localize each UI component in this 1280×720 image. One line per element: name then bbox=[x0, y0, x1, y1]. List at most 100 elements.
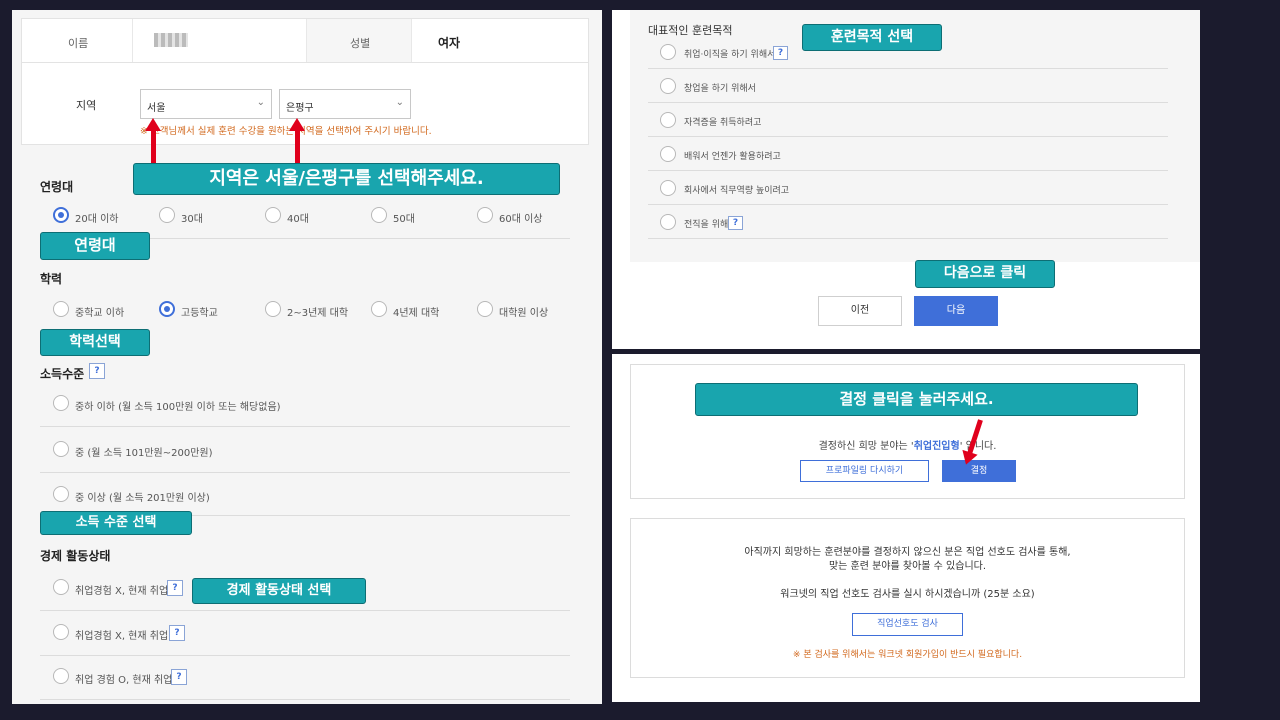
warning-text: ※ 본 검사를 위해서는 워크넷 회원가입이 반드시 필요합니다. bbox=[792, 650, 1023, 660]
purpose-radio-2[interactable] bbox=[660, 78, 676, 94]
training-purpose-panel: 대표적인 훈련목적 훈련목적 선택 취업·이직을 하기 위해서 ? 창업을 하기… bbox=[612, 10, 1200, 349]
gender-value: 여자 bbox=[438, 36, 461, 50]
econ-radio-3[interactable] bbox=[53, 668, 69, 684]
econ-option-label: 취업경험 X, 현재 취업 X bbox=[75, 586, 179, 597]
purpose-radio-3[interactable] bbox=[660, 112, 676, 128]
income-title: 소득수준 bbox=[40, 367, 85, 381]
income-tag: 소득 수준 선택 bbox=[40, 511, 192, 535]
divider bbox=[40, 655, 570, 656]
purpose-option-label: 자격증을 취득하려고 bbox=[684, 118, 762, 128]
name-label: 이름 bbox=[68, 37, 89, 50]
result-text: 결정하신 희망 분야는 '취업진입형' 입니다. bbox=[818, 441, 997, 452]
edu-radio-4[interactable] bbox=[371, 301, 387, 317]
help-icon[interactable]: ? bbox=[773, 46, 788, 60]
region-row: 지역 서울 ⌄ 은평구 ⌄ ※ 고객님께서 실제 훈련 수강을 원하는 지역을 선택… bbox=[21, 63, 589, 145]
age-option-label: 60대 이상 bbox=[499, 214, 543, 225]
edu-radio-5[interactable] bbox=[477, 301, 493, 317]
purpose-radio-5[interactable] bbox=[660, 180, 676, 196]
reprofile-button[interactable]: 프로파일링 다시하기 bbox=[800, 460, 929, 482]
info-box: 아직까지 희망하는 훈련분야를 결정하지 않으신 분은 직업 선호도 검사를 통… bbox=[630, 518, 1185, 678]
age-radio-5[interactable] bbox=[477, 207, 493, 223]
edu-radio-3[interactable] bbox=[265, 301, 281, 317]
divider bbox=[648, 136, 1168, 137]
income-option-label: 중 (월 소득 101만원~200만원) bbox=[75, 448, 213, 459]
help-icon[interactable]: ? bbox=[167, 580, 183, 596]
edu-radio-2[interactable] bbox=[159, 301, 175, 317]
result-panel: 결정하신 희망 분야는 '취업진입형' 입니다. 프로파일링 다시하기 결정 결… bbox=[612, 354, 1200, 702]
prev-button[interactable]: 이전 bbox=[818, 296, 902, 326]
age-radio-1[interactable] bbox=[53, 207, 69, 223]
income-option-label: 중 이상 (월 소득 201만원 이상) bbox=[75, 493, 210, 504]
purpose-option-label: 회사에서 직무역량 높이려고 bbox=[684, 186, 790, 196]
econ-title: 경제 활동상태 bbox=[40, 549, 111, 563]
region-instruction-tag: 지역은 서울/은평구를 선택해주세요. bbox=[133, 163, 560, 195]
purpose-option-label: 전직을 위해 bbox=[684, 220, 729, 230]
edu-option-label: 고등학교 bbox=[181, 308, 218, 319]
econ-option-label: 취업 경험 O, 현재 취업 X bbox=[75, 675, 183, 686]
next-button[interactable]: 다음 bbox=[914, 296, 998, 326]
age-option-label: 30대 bbox=[181, 214, 203, 225]
income-radio-1[interactable] bbox=[53, 395, 69, 411]
divider bbox=[648, 68, 1168, 69]
arrow-icon bbox=[289, 118, 305, 164]
purpose-radio-1[interactable] bbox=[660, 44, 676, 60]
name-value-blurred bbox=[154, 33, 188, 47]
next-tag: 다음으로 클릭 bbox=[915, 260, 1055, 288]
income-radio-3[interactable] bbox=[53, 486, 69, 502]
purpose-radio-6[interactable] bbox=[660, 214, 676, 230]
purpose-option-label: 배워서 언젠가 활용하려고 bbox=[684, 152, 781, 162]
arrow-icon bbox=[145, 118, 161, 164]
help-icon[interactable]: ? bbox=[171, 669, 187, 685]
edu-radio-1[interactable] bbox=[53, 301, 69, 317]
help-icon[interactable]: ? bbox=[169, 625, 185, 641]
income-radio-2[interactable] bbox=[53, 441, 69, 457]
purpose-radio-4[interactable] bbox=[660, 146, 676, 162]
divider bbox=[648, 170, 1168, 171]
purpose-tag: 훈련목적 선택 bbox=[802, 24, 942, 51]
chevron-down-icon: ⌄ bbox=[395, 97, 404, 108]
income-option-label: 중하 이하 (월 소득 100만원 이하 또는 해당없음) bbox=[75, 402, 281, 413]
edu-option-label: 중학교 이하 bbox=[75, 308, 125, 319]
decide-tag: 결정 클릭을 눌러주세요. bbox=[695, 383, 1138, 416]
econ-radio-2[interactable] bbox=[53, 624, 69, 640]
edu-title: 학력 bbox=[40, 272, 63, 286]
purpose-option-label: 창업을 하기 위해서 bbox=[684, 84, 756, 94]
region-note: ※ 고객님께서 실제 훈련 수강을 원하는 지역을 선택하여 주시기 바랍니다. bbox=[140, 126, 432, 137]
region-select[interactable]: 서울 ⌄ bbox=[140, 89, 272, 119]
purpose-option-label: 취업·이직을 하기 위해서 bbox=[684, 50, 776, 60]
info-line-3: 워크넷의 직업 선호도 검사를 실시 하시겠습니까 (25분 소요) bbox=[780, 589, 1035, 600]
chevron-down-icon: ⌄ bbox=[256, 97, 265, 108]
age-option-label: 40대 bbox=[287, 214, 309, 225]
region-label: 지역 bbox=[76, 99, 97, 112]
result-value: 취업진입형 bbox=[913, 441, 960, 452]
district-select[interactable]: 은평구 ⌄ bbox=[279, 89, 411, 119]
age-radio-2[interactable] bbox=[159, 207, 175, 223]
divider bbox=[648, 204, 1168, 205]
age-option-label: 20대 이하 bbox=[75, 214, 119, 225]
edu-option-label: 대학원 이상 bbox=[499, 308, 549, 319]
econ-radio-1[interactable] bbox=[53, 579, 69, 595]
purpose-title: 대표적인 훈련목적 bbox=[648, 24, 733, 37]
econ-option-label: 취업경험 X, 현재 취업 O bbox=[75, 631, 180, 642]
divider bbox=[40, 610, 570, 611]
name-gender-row: 이름 성별 여자 bbox=[21, 18, 589, 63]
edu-option-label: 4년제 대학 bbox=[393, 308, 440, 319]
divider bbox=[648, 102, 1168, 103]
help-icon[interactable]: ? bbox=[728, 216, 743, 230]
age-radio-4[interactable] bbox=[371, 207, 387, 223]
divider bbox=[40, 699, 570, 700]
age-tag: 연령대 bbox=[40, 232, 150, 260]
divider bbox=[40, 472, 570, 473]
edu-option-label: 2~3년제 대학 bbox=[287, 308, 349, 319]
age-title: 연령대 bbox=[40, 180, 74, 194]
econ-tag: 경제 활동상태 선택 bbox=[192, 578, 366, 604]
divider bbox=[40, 426, 570, 427]
help-icon[interactable]: ? bbox=[89, 363, 105, 379]
edu-tag: 학력선택 bbox=[40, 329, 150, 356]
decide-button[interactable]: 결정 bbox=[942, 460, 1016, 482]
info-line-1: 아직까지 희망하는 훈련분야를 결정하지 않으신 분은 직업 선호도 검사를 통… bbox=[744, 547, 1071, 558]
profile-form-panel: 이름 성별 여자 지역 서울 ⌄ 은평구 ⌄ ※ 고객님께서 실제 훈련 수강을 원… bbox=[12, 10, 602, 704]
preference-test-button[interactable]: 직업선호도 검사 bbox=[852, 613, 963, 636]
age-radio-3[interactable] bbox=[265, 207, 281, 223]
info-line-2: 맞는 훈련 분야를 찾아볼 수 있습니다. bbox=[828, 561, 987, 572]
